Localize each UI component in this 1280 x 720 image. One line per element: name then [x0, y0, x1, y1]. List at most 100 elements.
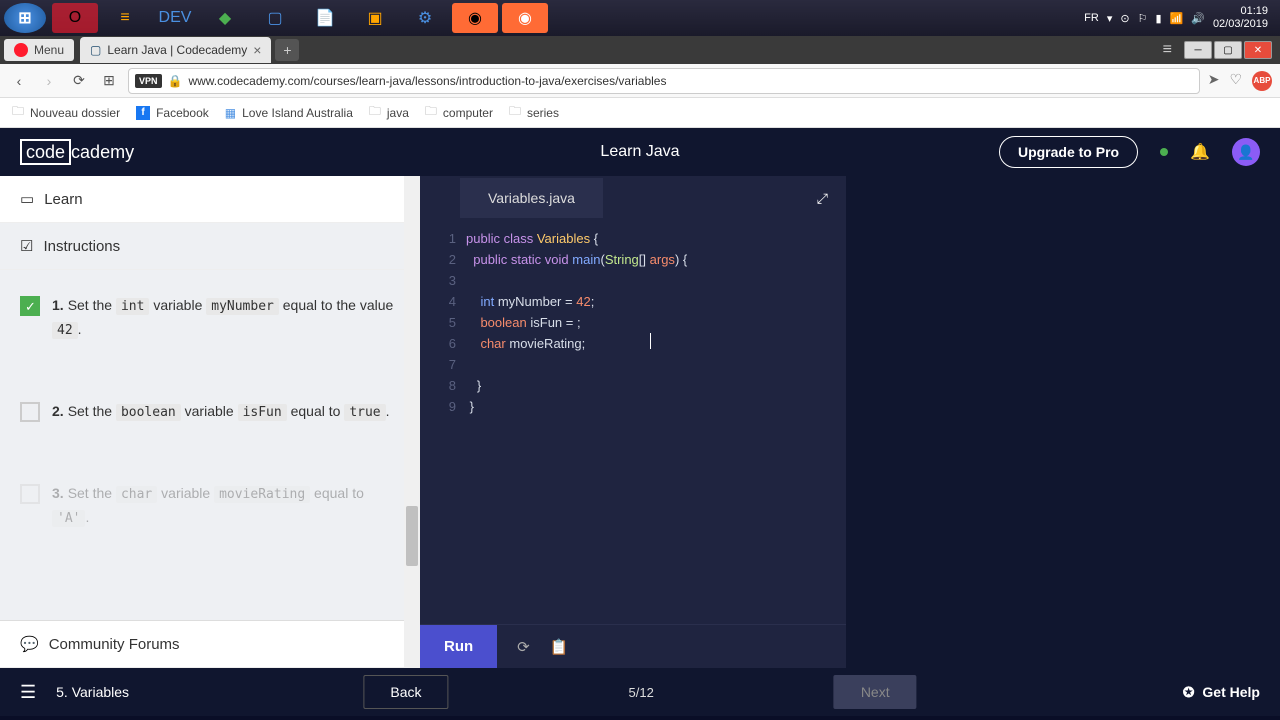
lang-indicator[interactable]: FR — [1084, 12, 1099, 24]
opera-logo-icon — [14, 43, 28, 57]
bottom-nav: ☰ 5. Variables Back 5/12 Next ✪ Get Help — [0, 668, 1280, 716]
task-app[interactable]: ≡ — [102, 3, 148, 33]
site-icon: ▦ — [225, 106, 236, 120]
address-bar[interactable]: VPN 🔒 www.codecademy.com/courses/learn-j… — [128, 68, 1200, 94]
browser-tab[interactable]: ▢ Learn Java | Codecademy × — [80, 37, 271, 63]
adblock-icon[interactable]: ABP — [1252, 71, 1272, 91]
instructions-body: 1.Set the int variable myNumber equal to… — [0, 270, 420, 620]
reset-icon[interactable]: ⟳ — [517, 638, 530, 656]
lock-icon: 🔒 — [168, 74, 183, 88]
task-app[interactable]: 📄 — [302, 3, 348, 33]
tray-chevron-icon[interactable]: ▾ — [1107, 12, 1113, 25]
step-checkbox-done — [20, 296, 40, 316]
task-app[interactable]: DEV — [152, 3, 198, 33]
back-button[interactable]: ‹ — [8, 70, 30, 92]
instruction-step-2: 2.Set the boolean variable isFun equal t… — [20, 386, 400, 438]
tab-title: Learn Java | Codecademy — [107, 43, 247, 57]
forums-section-header[interactable]: 💬 Community Forums — [0, 620, 420, 668]
progress-indicator: 5/12 — [629, 685, 654, 700]
bookmark-folder[interactable]: 🗀computer — [425, 102, 493, 123]
task-app[interactable]: ▣ — [352, 3, 398, 33]
cc-header: codecademy Learn Java Upgrade to Pro 🔔 👤 — [0, 128, 1280, 176]
task-app[interactable]: ▢ — [252, 3, 298, 33]
back-lesson-button[interactable]: Back — [363, 675, 448, 709]
cc-logo[interactable]: codecademy — [20, 142, 134, 163]
opera-menu-button[interactable]: Menu — [4, 39, 74, 61]
copy-icon[interactable]: 📋 — [550, 638, 569, 656]
instructions-section-header[interactable]: ☑ Instructions — [0, 223, 420, 270]
bookmark-folder[interactable]: 🗀series — [509, 102, 559, 123]
minimize-button[interactable]: ─ — [1184, 41, 1212, 59]
facebook-icon: f — [136, 106, 150, 120]
vpn-badge[interactable]: VPN — [135, 74, 162, 88]
tray-icon[interactable]: ⊙ — [1120, 12, 1129, 25]
course-title: Learn Java — [600, 143, 679, 161]
chat-icon: 💬 — [20, 635, 39, 653]
task-app[interactable]: ◉ — [452, 3, 498, 33]
bookmark-folder[interactable]: 🗀Nouveau dossier — [12, 102, 120, 123]
task-opera[interactable]: O — [52, 3, 98, 33]
left-panel: ▭ Learn ☑ Instructions 1.Set the int var… — [0, 176, 420, 668]
tray-flag-icon[interactable]: ⚐ — [1138, 12, 1148, 25]
folder-icon: 🗀 — [425, 102, 437, 123]
scrollbar[interactable] — [404, 176, 420, 668]
folder-icon: 🗀 — [12, 102, 24, 123]
reload-button[interactable]: ⟳ — [68, 70, 90, 92]
step-checkbox — [20, 402, 40, 422]
learn-section-header[interactable]: ▭ Learn — [0, 176, 420, 223]
start-button[interactable]: ⊞ — [4, 3, 46, 33]
task-app[interactable]: ⚙ — [402, 3, 448, 33]
bookmark-folder[interactable]: 🗀java — [369, 102, 409, 123]
tab-favicon: ▢ — [90, 43, 101, 57]
check-icon: ☑ — [20, 237, 33, 255]
editor-panel: Variables.java ⤢ 1public class Variables… — [420, 176, 846, 668]
main-content: ▭ Learn ☑ Instructions 1.Set the int var… — [0, 176, 1280, 668]
status-dot — [1160, 148, 1168, 156]
book-icon: ▭ — [20, 190, 34, 208]
tray-volume-icon[interactable]: 🔊 — [1191, 12, 1205, 25]
heart-icon[interactable]: ♡ — [1229, 71, 1242, 91]
tab-close-icon[interactable]: × — [253, 42, 261, 58]
addr-actions: ➤ ♡ ABP — [1208, 71, 1272, 91]
url-text: www.codecademy.com/courses/learn-java/le… — [188, 74, 666, 88]
get-help-button[interactable]: ✪ Get Help — [1183, 684, 1260, 701]
editor-tabs: Variables.java ⤢ — [420, 176, 846, 220]
editor-tab[interactable]: Variables.java — [460, 178, 603, 218]
windows-taskbar: ⊞ O ≡ DEV ◆ ▢ 📄 ▣ ⚙ ◉ ◉ FR ▾ ⊙ ⚐ ▮ 📶 🔊 0… — [0, 0, 1280, 36]
tray-battery-icon[interactable]: ▮ — [1155, 12, 1161, 25]
next-lesson-button[interactable]: Next — [834, 675, 917, 709]
code-editor[interactable]: 1public class Variables { 2 public stati… — [420, 220, 846, 624]
menu-icon[interactable]: ☰ — [20, 682, 36, 703]
bookmark-item[interactable]: ▦Love Island Australia — [225, 106, 353, 120]
bookmarks-bar: 🗀Nouveau dossier fFacebook ▦Love Island … — [0, 98, 1280, 128]
folder-icon: 🗀 — [509, 102, 521, 123]
folder-icon: 🗀 — [369, 102, 381, 123]
maximize-button[interactable]: ▢ — [1214, 41, 1242, 59]
task-app[interactable]: ◉ — [502, 3, 548, 33]
avatar[interactable]: 👤 — [1232, 138, 1260, 166]
window-controls: ≡ ─ ▢ ✕ — [1163, 41, 1272, 59]
text-cursor — [650, 333, 651, 349]
step-checkbox — [20, 484, 40, 504]
easy-setup-icon[interactable]: ≡ — [1163, 41, 1172, 59]
output-terminal[interactable] — [846, 176, 1280, 668]
address-bar-row: ‹ › ⟳ ⊞ VPN 🔒 www.codecademy.com/courses… — [0, 64, 1280, 98]
tray-wifi-icon[interactable]: 📶 — [1170, 12, 1184, 25]
run-button[interactable]: Run — [420, 625, 497, 668]
scrollbar-thumb[interactable] — [406, 506, 418, 566]
speed-dial-button[interactable]: ⊞ — [98, 70, 120, 92]
help-icon: ✪ — [1183, 684, 1195, 701]
lesson-title: 5. Variables — [56, 684, 129, 700]
new-tab-button[interactable]: + — [275, 39, 299, 61]
send-icon[interactable]: ➤ — [1208, 71, 1220, 91]
browser-tab-bar: Menu ▢ Learn Java | Codecademy × + ≡ ─ ▢… — [0, 36, 1280, 64]
upgrade-button[interactable]: Upgrade to Pro — [999, 136, 1138, 168]
task-app[interactable]: ◆ — [202, 3, 248, 33]
instruction-step-1: 1.Set the int variable myNumber equal to… — [20, 280, 400, 356]
close-window-button[interactable]: ✕ — [1244, 41, 1272, 59]
bookmark-facebook[interactable]: fFacebook — [136, 106, 209, 120]
forward-button[interactable]: › — [38, 70, 60, 92]
expand-icon[interactable]: ⤢ — [817, 190, 828, 207]
notifications-icon[interactable]: 🔔 — [1190, 142, 1210, 162]
tray-clock[interactable]: 01:19 02/03/2019 — [1213, 5, 1268, 31]
